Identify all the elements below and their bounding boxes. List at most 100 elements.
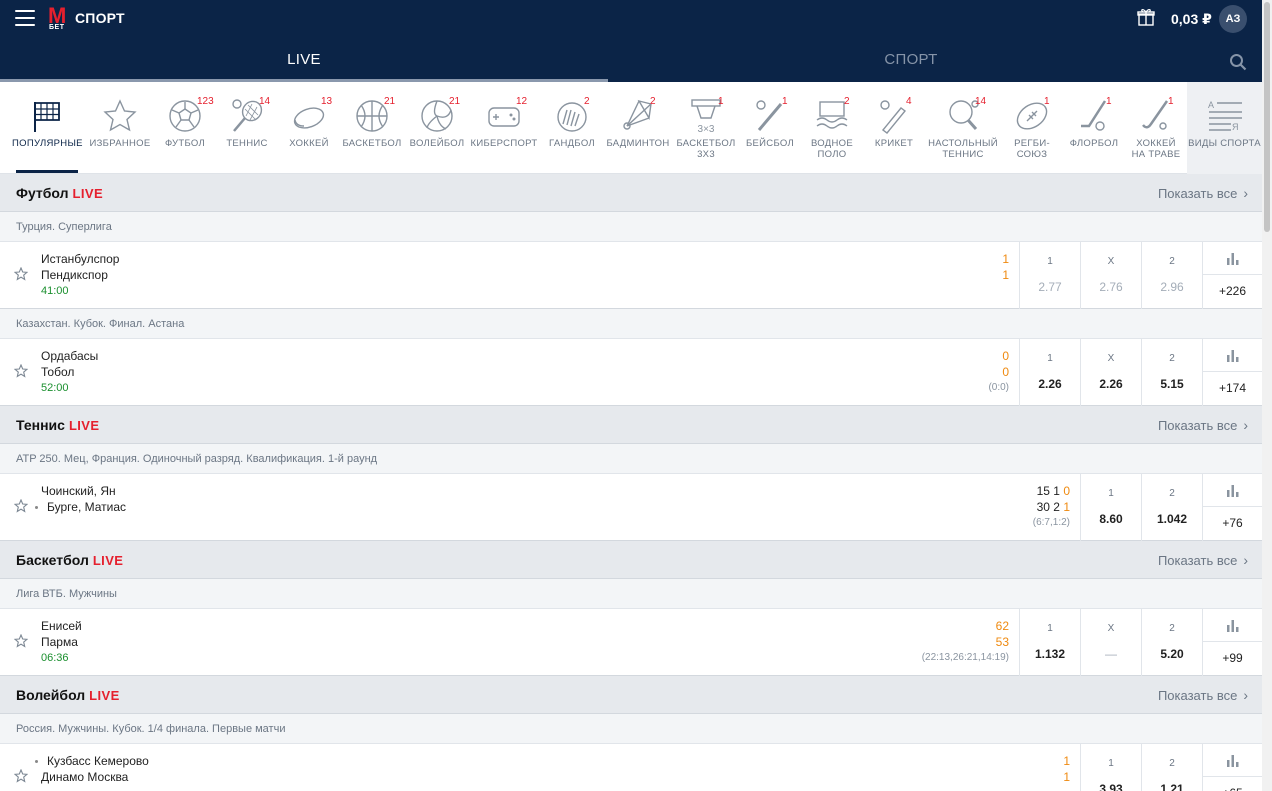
odd-outcome: 1 bbox=[1108, 758, 1114, 769]
period-scores: (0:0) bbox=[988, 382, 1009, 393]
favorite-star-icon[interactable] bbox=[13, 266, 29, 281]
sport-tab-shuttlecock[interactable]: 2 БАДМИНТОН bbox=[605, 82, 671, 174]
league-header[interactable]: Турция. Суперлига bbox=[0, 212, 1262, 242]
tab-live[interactable]: LIVE bbox=[0, 38, 608, 82]
sport-tab-flag[interactable]: ПОПУЛЯРНЫЕ bbox=[12, 82, 83, 174]
stats-icon[interactable] bbox=[1227, 349, 1239, 362]
sport-tab-floorball[interactable]: 1 ФЛОРБОЛ bbox=[1066, 82, 1122, 174]
favorite-star-icon[interactable] bbox=[13, 633, 29, 648]
more-markets-button[interactable]: +99 bbox=[1202, 609, 1262, 676]
team-name: Парма bbox=[41, 635, 78, 649]
logo-text[interactable]: СПОРТ bbox=[75, 10, 125, 26]
sport-tab-rugby[interactable]: 1 РЕГБИ-СОЮЗ bbox=[1004, 82, 1060, 174]
stats-icon[interactable] bbox=[1227, 484, 1239, 497]
event-row[interactable]: Чоинский, Ян Бурге, Матиас 15 1 0 30 2 1 (6:… bbox=[0, 474, 1262, 541]
event-row[interactable]: Истанбулспор Пендикспор 41:00 1 1 1 2.77 X 2.76 2… bbox=[0, 242, 1262, 309]
sport-types-button[interactable]: А Я ВИДЫ СПОРТА bbox=[1187, 82, 1262, 174]
event-row[interactable]: Ордабасы Тобол 52:00 0 0 (0:0) 1 2.26 X 2.26 2 5.15… bbox=[0, 339, 1262, 406]
show-all-link[interactable]: Показать все › bbox=[1158, 552, 1248, 568]
league-header[interactable]: Россия. Мужчины. Кубок. 1/4 финала. Перв… bbox=[0, 714, 1262, 744]
more-markets-button[interactable]: +76 bbox=[1202, 474, 1262, 541]
sport-label: БАСКЕТБОЛ 3Х3 bbox=[676, 138, 736, 160]
sport-tab-field-hockey[interactable]: 1 ХОККЕЙ НА ТРАВЕ bbox=[1128, 82, 1184, 174]
odd-cell[interactable]: X — bbox=[1080, 609, 1141, 676]
odd-value: 8.60 bbox=[1099, 512, 1123, 526]
odd-outcome: X bbox=[1107, 256, 1115, 267]
odd-cell[interactable]: 2 1.21 bbox=[1141, 744, 1202, 791]
stats-icon[interactable] bbox=[1227, 619, 1239, 632]
sport-tab-star[interactable]: ИЗБРАННОЕ bbox=[88, 82, 152, 174]
odd-outcome: 2 bbox=[1169, 623, 1175, 634]
sport-tab-basketball[interactable]: 21 БАСКЕТБОЛ bbox=[341, 82, 403, 174]
section-title: Волейбол LIVE bbox=[16, 687, 120, 703]
odd-cell[interactable]: 1 2.26 bbox=[1019, 339, 1080, 406]
scrollbar-thumb[interactable] bbox=[1264, 2, 1270, 232]
odd-cell[interactable]: X 2.26 bbox=[1080, 339, 1141, 406]
menu-icon[interactable] bbox=[15, 10, 35, 26]
team-home: Кузбасс Кемерово bbox=[35, 754, 149, 768]
sport-tab-basketball-3x3[interactable]: 3×3 1 БАСКЕТБОЛ 3Х3 bbox=[674, 82, 738, 174]
sport-tab-tennis[interactable]: 14 ТЕННИС bbox=[219, 82, 275, 174]
odd-outcome: X bbox=[1107, 353, 1115, 364]
odd-cell[interactable]: 2 5.20 bbox=[1141, 609, 1202, 676]
favorite-star-icon[interactable] bbox=[13, 363, 29, 378]
league-header[interactable]: ATP 250. Мец, Франция. Одиночный разряд.… bbox=[0, 444, 1262, 474]
league-header[interactable]: Лига ВТБ. Мужчины bbox=[0, 579, 1262, 609]
gift-icon[interactable] bbox=[1137, 8, 1155, 26]
score-home: 1 bbox=[1063, 754, 1070, 768]
odd-cell[interactable]: 1 8.60 bbox=[1080, 474, 1141, 541]
games: 2 bbox=[1053, 500, 1060, 514]
more-markets-button[interactable]: +226 bbox=[1202, 242, 1262, 309]
odd-cell[interactable]: 1 2.77 bbox=[1019, 242, 1080, 309]
show-all-link[interactable]: Показать все › bbox=[1158, 185, 1248, 201]
sport-label: ВОЛЕЙБОЛ bbox=[409, 138, 465, 149]
sport-tab-cricket[interactable]: 4 КРИКЕТ bbox=[866, 82, 922, 174]
favorite-star-icon[interactable] bbox=[13, 498, 29, 513]
odd-cell[interactable]: 2 1.042 bbox=[1141, 474, 1202, 541]
section-title: Теннис LIVE bbox=[16, 417, 99, 433]
sport-tab-water-polo[interactable]: 2 ВОДНОЕ ПОЛО bbox=[804, 82, 860, 174]
odd-cell[interactable]: 1 3.93 bbox=[1080, 744, 1141, 791]
odd-outcome: 1 bbox=[1047, 623, 1053, 634]
sets: 1 bbox=[1063, 500, 1070, 514]
sport-label: ВОДНОЕ ПОЛО bbox=[810, 138, 854, 160]
sport-tab-volleyball[interactable]: 21 ВОЛЕЙБОЛ bbox=[407, 82, 467, 174]
sport-tab-hockey[interactable]: 13 ХОККЕЙ bbox=[281, 82, 337, 174]
sport-label: БАДМИНТОН bbox=[606, 138, 670, 149]
sport-count: 1 bbox=[718, 96, 724, 107]
show-all-link[interactable]: Показать все › bbox=[1158, 417, 1248, 433]
odd-cell[interactable]: 2 2.96 bbox=[1141, 242, 1202, 309]
avatar[interactable]: АЗ bbox=[1219, 5, 1247, 33]
tab-sport[interactable]: СПОРТ bbox=[608, 38, 1214, 82]
logo[interactable]: М БЕТ bbox=[48, 3, 70, 32]
odd-cell[interactable]: 1 1.132 bbox=[1019, 609, 1080, 676]
sport-count: 14 bbox=[259, 96, 271, 107]
favorite-star-icon[interactable] bbox=[13, 768, 29, 783]
sport-tab-football[interactable]: 123 ФУТБОЛ bbox=[158, 82, 214, 174]
event-row[interactable]: Енисей Парма 06:36 62 53 (22:13,26:21,14:19) 1… bbox=[0, 609, 1262, 676]
sport-count: 14 bbox=[975, 96, 987, 107]
more-markets-button[interactable]: +174 bbox=[1202, 339, 1262, 406]
sport-tab-baseball[interactable]: 1 БЕЙСБОЛ bbox=[742, 82, 798, 174]
sport-tab-gamepad[interactable]: 12 КИБЕРСПОРТ bbox=[468, 82, 540, 174]
team-name: Бурге, Матиас bbox=[47, 500, 127, 514]
search-icon[interactable] bbox=[1229, 53, 1247, 71]
chevron-right-icon: › bbox=[1243, 552, 1248, 568]
odd-cell[interactable]: X 2.76 bbox=[1080, 242, 1141, 309]
more-markets-button[interactable]: +65 bbox=[1202, 744, 1262, 791]
sport-tab-table-tennis[interactable]: 14 НАСТОЛЬНЫЙ ТЕННИС bbox=[925, 82, 1001, 174]
scrollbar[interactable] bbox=[1262, 0, 1272, 791]
stats-icon[interactable] bbox=[1227, 754, 1239, 767]
odd-cell[interactable]: 2 5.15 bbox=[1141, 339, 1202, 406]
odd-outcome: 1 bbox=[1047, 353, 1053, 364]
chevron-right-icon: › bbox=[1243, 185, 1248, 201]
league-header[interactable]: Казахстан. Кубок. Финал. Астана bbox=[0, 309, 1262, 339]
event-row[interactable]: Кузбасс Кемерово Динамо Москва 1 1 1 3.93 2 1.2… bbox=[0, 744, 1262, 791]
show-all-link[interactable]: Показать все › bbox=[1158, 687, 1248, 703]
more-markets-count: +226 bbox=[1218, 284, 1247, 298]
period-scores: (22:13,26:21,14:19) bbox=[921, 652, 1009, 663]
stats-icon[interactable] bbox=[1227, 252, 1239, 265]
balance[interactable]: 0,03 ₽ bbox=[1171, 11, 1212, 28]
sport-tab-handball[interactable]: 2 ГАНДБОЛ bbox=[543, 82, 601, 174]
section-header: Волейбол LIVE Показать все › bbox=[0, 676, 1262, 714]
